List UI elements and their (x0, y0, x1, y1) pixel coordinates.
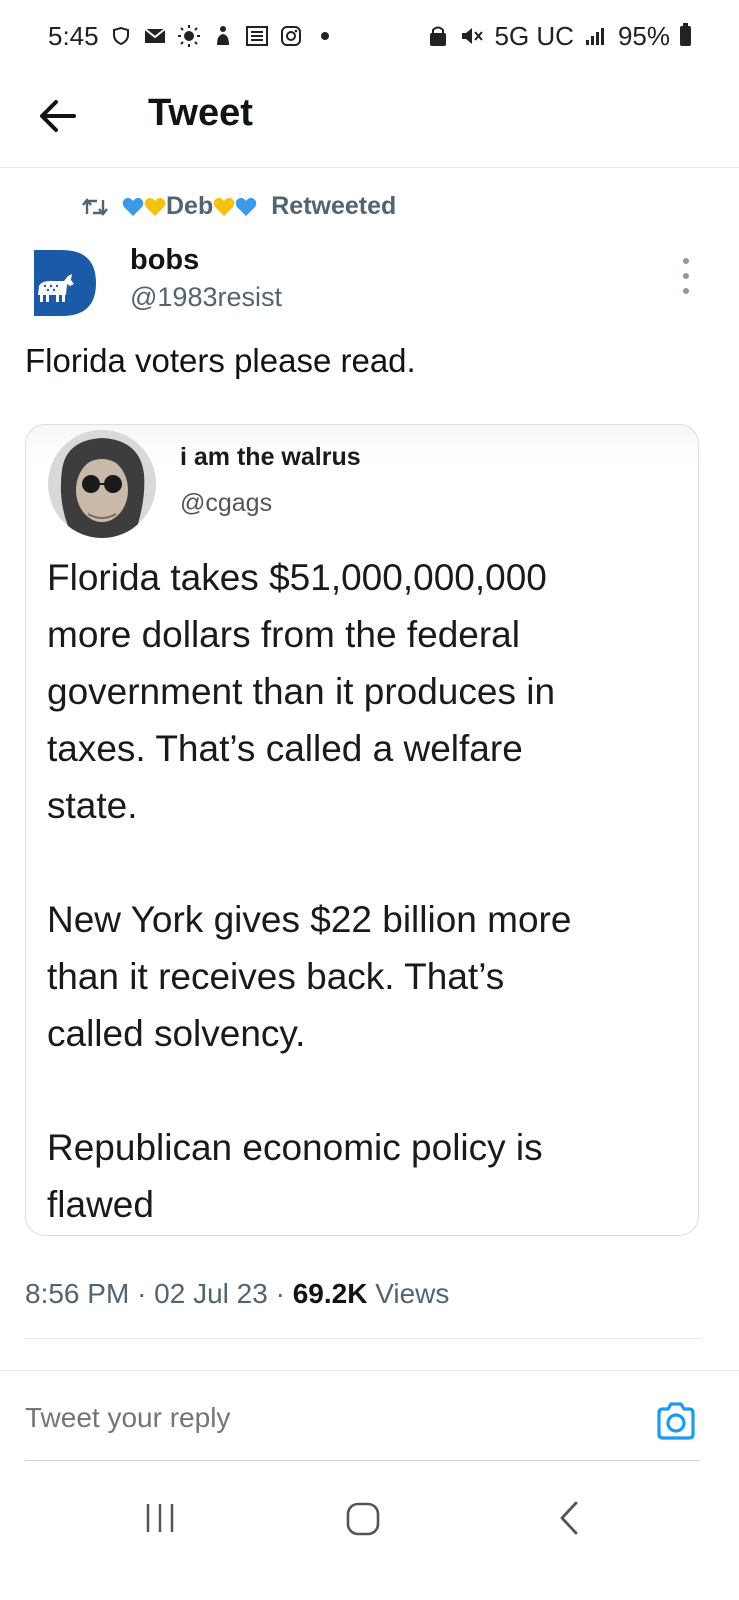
news-icon (245, 24, 269, 48)
shield-icon (109, 24, 133, 48)
back-icon (560, 1501, 578, 1535)
network-label: 5G UC (494, 20, 574, 51)
more-options-button[interactable] (674, 258, 698, 294)
mail-icon (143, 24, 167, 48)
camera-icon (657, 1402, 695, 1440)
retweeter-label: Deb (166, 192, 214, 220)
tweet-meta: 8:56 PM · 02 Jul 23 · 69.2K Views (25, 1278, 449, 1310)
divider (0, 1370, 739, 1371)
divider (25, 1460, 701, 1461)
tweet-date: 02 Jul 23 (154, 1278, 268, 1309)
mute-icon (460, 24, 484, 48)
tweet-text: Florida voters please read. (25, 342, 416, 379)
retweet-icon (82, 197, 108, 216)
status-left: 5:45 (48, 21, 337, 52)
home-button[interactable] (344, 1500, 382, 1538)
meta-separator: · (275, 1278, 285, 1309)
figure-icon (211, 24, 235, 48)
camera-button[interactable] (654, 1400, 698, 1444)
status-time: 5:45 (48, 20, 99, 51)
status-right: 5G UC 95% (426, 21, 691, 52)
embedded-avatar (48, 430, 156, 538)
person-portrait-icon (48, 430, 156, 538)
recents-icon (146, 1504, 174, 1532)
author-handle[interactable]: @1983resist (130, 282, 282, 313)
embedded-paragraph: Florida takes $51,000,000,000 more dolla… (47, 557, 556, 826)
blue-heart-icon (235, 197, 257, 216)
meta-separator: · (137, 1278, 147, 1309)
tweet-image[interactable]: i am the walrus @cgags Florida takes $51… (25, 424, 699, 1236)
top-app-bar: Tweet (0, 72, 739, 168)
signal-icon (584, 24, 608, 48)
dot-icon (313, 24, 337, 48)
home-icon (346, 1502, 380, 1536)
retweeted-label: Retweeted (271, 192, 397, 220)
retweeter-name[interactable]: Deb (122, 192, 257, 221)
retweet-context[interactable]: Deb Retweeted (82, 192, 396, 221)
embedded-text: Florida takes $51,000,000,000 more dolla… (47, 549, 687, 1235)
battery-percent: 95% (617, 20, 670, 51)
back-arrow-icon (40, 100, 76, 132)
system-nav-bar (0, 1470, 739, 1600)
back-button[interactable] (36, 94, 80, 138)
more-dot (683, 273, 689, 279)
reply-input[interactable] (25, 1402, 625, 1434)
embedded-author-handle: @cgags (180, 489, 273, 517)
weather-icon (177, 24, 201, 48)
recents-button[interactable] (142, 1500, 178, 1536)
embedded-paragraph: Republican economic policy is flawed (47, 1127, 543, 1225)
battery-icon (680, 23, 691, 46)
status-bar: 5:45 5G UC 95% (0, 0, 739, 72)
tweet-time: 8:56 PM (25, 1278, 130, 1309)
views-count[interactable]: 69.2K (293, 1278, 368, 1309)
page-title: Tweet (148, 92, 253, 134)
system-back-button[interactable] (554, 1500, 584, 1536)
views-label[interactable]: Views (375, 1278, 449, 1309)
yellow-heart-icon (144, 197, 166, 216)
divider (25, 1338, 701, 1339)
more-dot (683, 258, 689, 264)
embedded-paragraph: New York gives $22 billion more than it … (47, 899, 572, 1054)
instagram-icon (279, 24, 303, 48)
embedded-author-name: i am the walrus (180, 443, 361, 471)
recycle-lock-icon (426, 24, 450, 48)
author-avatar[interactable] (34, 250, 96, 316)
blue-heart-icon (122, 197, 144, 216)
yellow-heart-icon (213, 197, 235, 216)
more-dot (683, 288, 689, 294)
democrat-logo-icon (34, 250, 96, 316)
author-name[interactable]: bobs (130, 244, 199, 277)
